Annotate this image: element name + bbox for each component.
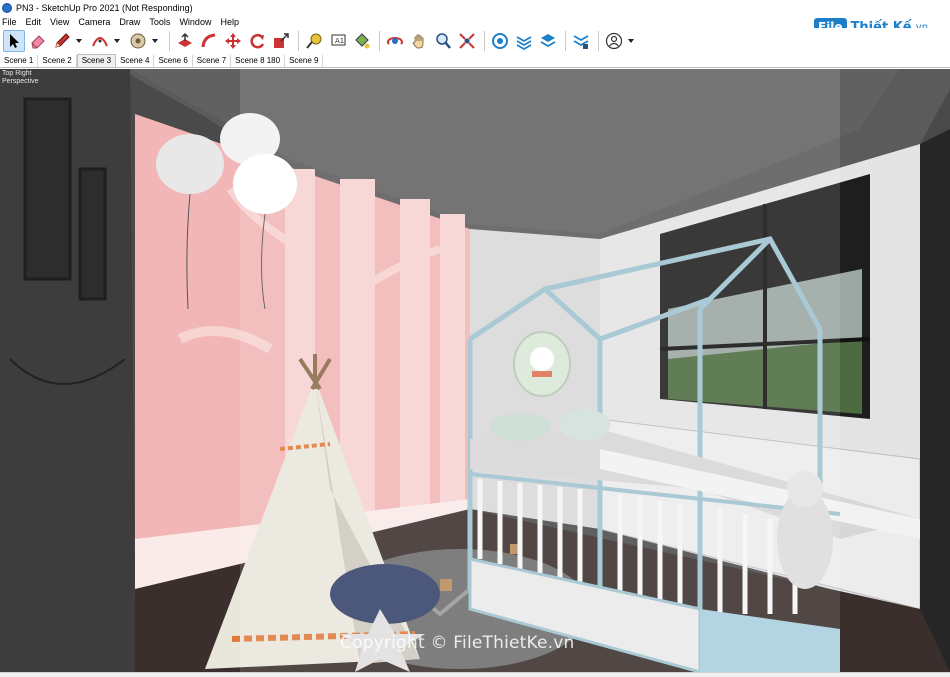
move-tool-button[interactable]: [222, 30, 244, 52]
tab-scene-3[interactable]: Scene 3: [76, 54, 117, 67]
move-arrows-icon: [225, 33, 241, 49]
menu-bar: File Edit View Camera Draw Tools Window …: [0, 15, 950, 28]
tab-scene-4[interactable]: Scene 4: [116, 55, 155, 67]
tab-scene-1[interactable]: Scene 1: [0, 55, 39, 67]
scale-tool-button[interactable]: [270, 30, 292, 52]
layers-stack-icon: [540, 34, 556, 48]
model-viewport[interactable]: Top Right Perspective Copyright © FileTh…: [0, 69, 950, 672]
menu-tools[interactable]: Tools: [149, 17, 170, 27]
shape-tool-button[interactable]: [127, 30, 149, 52]
viewport-view-label: Top Right: [2, 70, 32, 77]
tab-scene-9[interactable]: Scene 9: [285, 55, 324, 67]
follow-me-tool-button[interactable]: [198, 30, 220, 52]
tab-scene-2[interactable]: Scene 2: [38, 55, 77, 67]
extension-warehouse-button[interactable]: [513, 30, 535, 52]
menu-file[interactable]: File: [2, 17, 17, 27]
scene-tabs: Scene 1 Scene 2 Scene 3 Scene 4 Scene 6 …: [0, 54, 950, 68]
scale-icon: [274, 33, 289, 48]
arc-tool-dropdown[interactable]: [113, 30, 121, 52]
account-dropdown[interactable]: [627, 30, 635, 52]
orbit-tool-button[interactable]: [384, 30, 406, 52]
3d-warehouse-button[interactable]: [489, 30, 511, 52]
zoom-magnifier-icon: [436, 33, 451, 49]
extension-manager-button[interactable]: [570, 30, 592, 52]
extension-manager-icon: [573, 35, 589, 49]
toolbar-separator: [379, 31, 380, 51]
sketchup-app-icon: [2, 2, 12, 13]
text-tool-button[interactable]: A1: [327, 30, 349, 52]
rotate-tool-button[interactable]: [246, 30, 268, 52]
warehouse-icon: [492, 33, 508, 49]
cursor-arrow-icon: [10, 34, 19, 48]
shape-tool-dropdown[interactable]: [151, 30, 159, 52]
toolbar-separator: [565, 31, 566, 51]
window-title: PN3 - SketchUp Pro 2021 (Not Responding): [16, 2, 193, 13]
wall-frame: [23, 97, 72, 281]
push-pull-tool-button[interactable]: [174, 30, 196, 52]
toolbar-separator: [484, 31, 485, 51]
status-bar: [0, 672, 950, 677]
svg-text:A1: A1: [335, 37, 344, 45]
follow-me-icon: [201, 33, 216, 48]
menu-camera[interactable]: Camera: [78, 17, 110, 27]
menu-draw[interactable]: Draw: [119, 17, 140, 27]
copyright-watermark: Copyright © FileThietKe.vn: [340, 633, 575, 653]
pan-hand-icon: [412, 34, 424, 49]
arc-tool-button[interactable]: [89, 30, 111, 52]
zoom-extents-icon: [459, 33, 475, 49]
viewport-projection-label: Perspective: [2, 78, 39, 85]
rotate-icon: [250, 33, 265, 49]
tape-measure-tool-button[interactable]: [303, 30, 325, 52]
tab-scene-7[interactable]: Scene 7: [193, 55, 232, 67]
tab-scene-6[interactable]: Scene 6: [154, 55, 193, 67]
menu-help[interactable]: Help: [220, 17, 239, 27]
main-toolbar: A1: [0, 28, 950, 54]
menu-view[interactable]: View: [50, 17, 69, 27]
toolbar-separator: [169, 31, 170, 51]
toolbar-separator: [298, 31, 299, 51]
layout-button[interactable]: [537, 30, 559, 52]
push-pull-icon: [178, 32, 192, 47]
tape-measure-icon: [306, 33, 322, 49]
paint-bucket-tool-button[interactable]: [351, 30, 373, 52]
zoom-extents-tool-button[interactable]: [456, 30, 478, 52]
wall-frame: [78, 167, 107, 301]
user-avatar-icon: [605, 32, 623, 50]
pencil-icon: [55, 33, 70, 48]
orbit-icon: [387, 36, 403, 45]
line-tool-button[interactable]: [51, 30, 73, 52]
text-label-icon: A1: [331, 34, 346, 46]
menu-window[interactable]: Window: [179, 17, 211, 27]
paint-bucket-icon: [355, 33, 370, 49]
line-tool-dropdown[interactable]: [75, 30, 83, 52]
eraser-tool-button[interactable]: [27, 30, 49, 52]
toolbar-separator: [598, 31, 599, 51]
tab-scene-8-180[interactable]: Scene 8 180: [231, 55, 286, 67]
eraser-icon: [31, 35, 45, 49]
menu-edit[interactable]: Edit: [26, 17, 42, 27]
extension-icon: [516, 36, 532, 50]
shape-icon: [130, 33, 146, 49]
kids-bedroom-render: [0, 69, 950, 672]
pan-tool-button[interactable]: [408, 30, 430, 52]
title-bar: PN3 - SketchUp Pro 2021 (Not Responding): [0, 0, 950, 15]
balloon: [156, 134, 224, 194]
arc-icon: [92, 37, 108, 47]
account-button[interactable]: [603, 30, 625, 52]
select-tool-button[interactable]: [3, 30, 25, 52]
zoom-tool-button[interactable]: [432, 30, 454, 52]
